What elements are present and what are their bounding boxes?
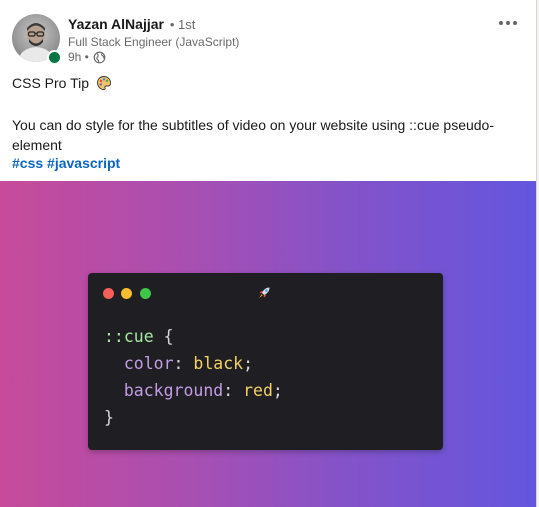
palette-emoji-icon (96, 76, 111, 90)
post-meta: 9h • (68, 50, 106, 64)
hashtag-javascript[interactable]: #javascript (47, 155, 120, 171)
globe-icon (93, 51, 106, 63)
code-open-brace: { (153, 327, 174, 346)
window-maximize-dot (140, 288, 151, 299)
post-text-title: CSS Pro Tip (12, 73, 112, 93)
hashtags: #css #javascript (12, 153, 120, 173)
post-header: Yazan AlNajjar • 1st Full Stack Engineer… (0, 0, 536, 70)
window-close-dot (103, 288, 114, 299)
post-body-text: You can do style for the subtitles of vi… (12, 117, 495, 153)
author-headline: Full Stack Engineer (JavaScript) (68, 35, 240, 49)
more-horizontal-icon (499, 21, 503, 25)
more-options-button[interactable] (490, 10, 526, 36)
code-value-color: black (193, 354, 244, 373)
post-time: 9h • (68, 50, 89, 64)
code-value-background: red (243, 381, 273, 400)
author-name-row: Yazan AlNajjar • 1st (68, 16, 195, 32)
rocket-icon (259, 287, 270, 298)
code-prop-color: color (123, 354, 174, 373)
connection-degree: • 1st (169, 17, 196, 32)
code-line-1: ::cue { (104, 327, 174, 346)
post-media-image[interactable]: ::cue { color: black; background: red; } (0, 181, 536, 507)
code-line-2: color: black; (123, 354, 254, 373)
hashtag-css[interactable]: #css (12, 155, 43, 171)
code-snippet: ::cue { color: black; background: red; } (104, 323, 283, 431)
post-title-text: CSS Pro Tip (12, 75, 90, 91)
online-status-dot (47, 50, 62, 65)
window-minimize-dot (121, 288, 132, 299)
code-selector: ::cue (104, 327, 154, 346)
code-window: ::cue { color: black; background: red; } (88, 273, 443, 450)
code-close-brace: } (104, 408, 114, 427)
feed-post-card: Yazan AlNajjar • 1st Full Stack Engineer… (0, 0, 537, 507)
code-line-3: background: red; (123, 381, 283, 400)
code-prop-background: background (123, 381, 224, 400)
author-name[interactable]: Yazan AlNajjar (68, 16, 164, 32)
